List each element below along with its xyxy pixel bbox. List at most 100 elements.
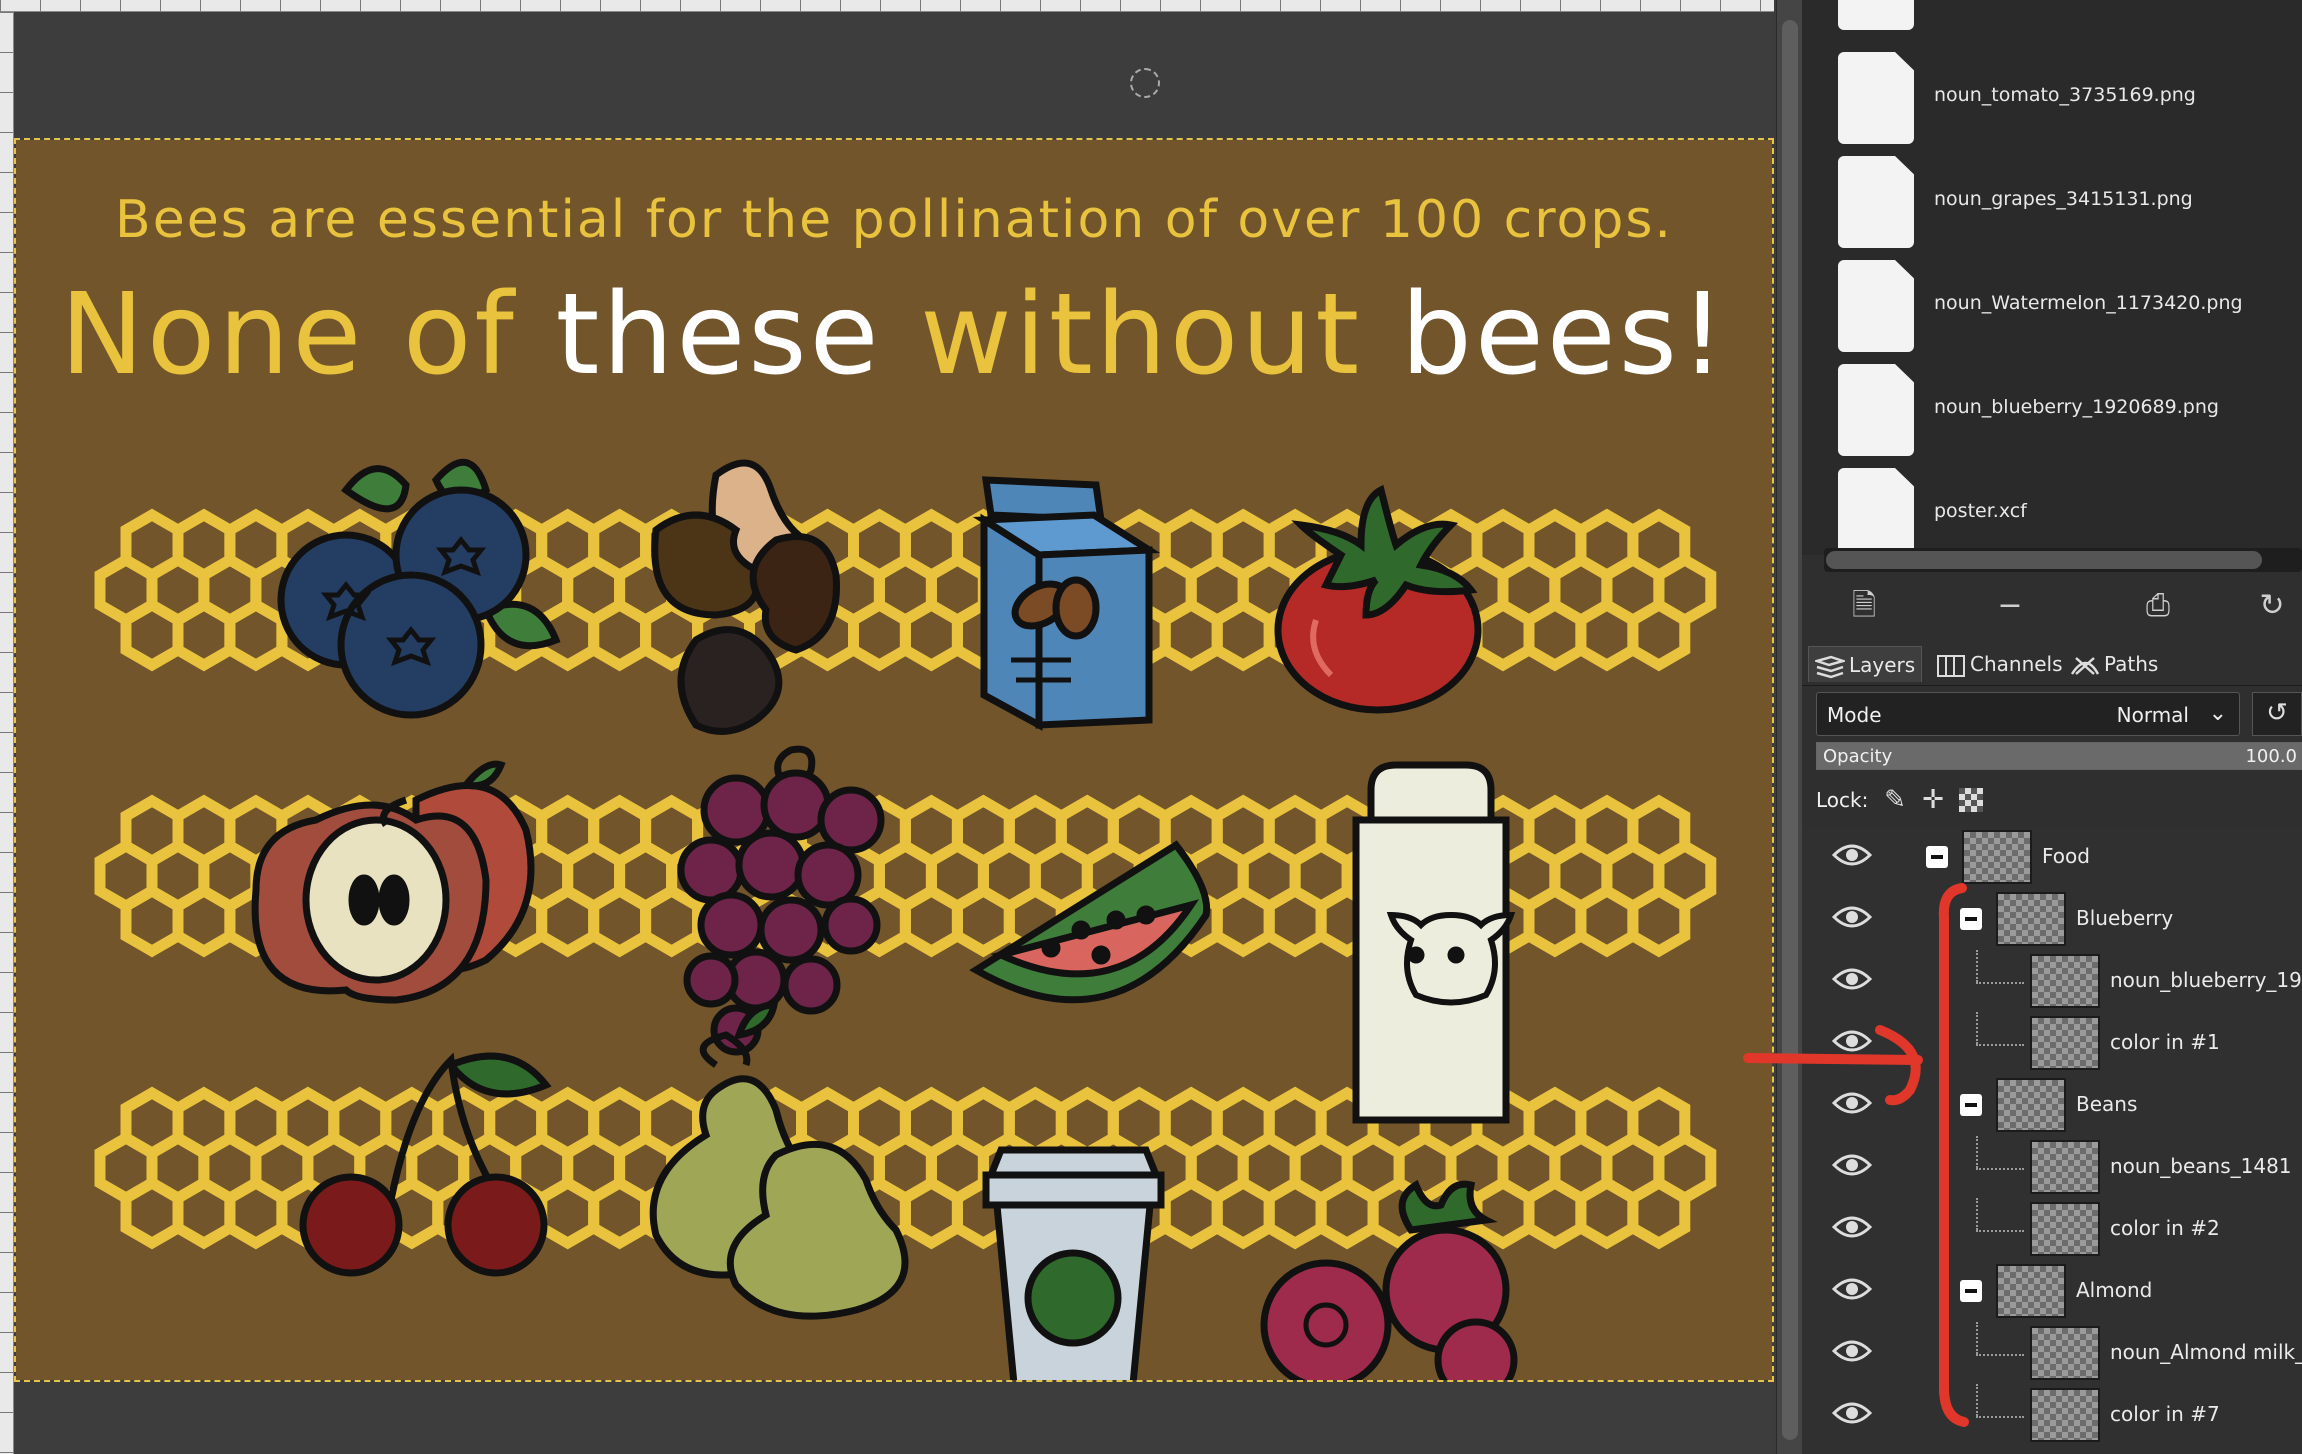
- honeycomb-cell: [1471, 1176, 1535, 1250]
- tree-line: [1976, 1136, 1978, 1168]
- layer-row[interactable]: Blueberry: [1802, 888, 2302, 950]
- reset-mode-icon[interactable]: ↺: [2252, 692, 2302, 736]
- layer-name[interactable]: color in #1: [2110, 1030, 2220, 1054]
- layer-row[interactable]: Food: [1802, 826, 2302, 888]
- layer-thumbnail[interactable]: [2030, 1326, 2100, 1380]
- file-icon: [1838, 260, 1914, 352]
- honeycomb-cell: [588, 884, 652, 958]
- file-item[interactable]: noun_tomato_3735169.png: [1838, 52, 2302, 148]
- tree-line: [1976, 1322, 1978, 1354]
- layer-name[interactable]: color in #7: [2110, 1402, 2220, 1426]
- layer-thumbnail[interactable]: [2030, 1202, 2100, 1256]
- layer-thumbnail[interactable]: [2030, 1388, 2100, 1442]
- scrollbar-thumb[interactable]: [1782, 20, 1798, 1440]
- poster-canvas[interactable]: Bees are essential for the pollination o…: [14, 138, 1774, 1382]
- headline-part-4: bees!: [1400, 270, 1728, 400]
- layer-row[interactable]: noun_beans_1481: [1802, 1136, 2302, 1198]
- honeycomb-cell: [1471, 598, 1535, 672]
- visibility-eye-icon[interactable]: [1832, 904, 1872, 930]
- layer-row[interactable]: Beans: [1802, 1074, 2302, 1136]
- layer-name[interactable]: color in #2: [2110, 1216, 2220, 1240]
- visibility-eye-icon[interactable]: [1832, 842, 1872, 868]
- layer-name[interactable]: Beans: [2076, 1092, 2137, 1116]
- honeycomb-cell: [848, 598, 911, 672]
- collapse-group-icon[interactable]: [1960, 1094, 1982, 1116]
- open-image-icon[interactable]: 🗎: [1842, 588, 1886, 624]
- canvas-vertical-scrollbar[interactable]: [1776, 0, 1802, 1454]
- chevron-down-icon: ⌄: [2208, 701, 2227, 726]
- opacity-slider[interactable]: Opacity 100.0: [1816, 742, 2302, 770]
- remove-icon[interactable]: −: [1988, 588, 2032, 624]
- layer-thumbnail[interactable]: [1962, 830, 2032, 884]
- visibility-eye-icon[interactable]: [1832, 1152, 1872, 1178]
- layer-name[interactable]: Food: [2042, 844, 2090, 868]
- visibility-eye-icon[interactable]: [1832, 1214, 1872, 1240]
- collapse-group-icon[interactable]: [1960, 1280, 1982, 1302]
- navigate-center-icon[interactable]: [1130, 68, 1160, 98]
- honeycomb-cell: [588, 1176, 652, 1250]
- file-item[interactable]: noun_blueberry_1920689.png: [1838, 364, 2302, 460]
- layer-thumbnail[interactable]: [1996, 892, 2066, 946]
- file-icon: [1838, 52, 1914, 144]
- horizontal-ruler[interactable]: [0, 0, 1774, 12]
- honeycomb-cell: [536, 1176, 600, 1250]
- file-name: noun_grapes_3415131.png: [1934, 188, 2193, 210]
- tab-paths[interactable]: Paths: [2064, 646, 2164, 682]
- layer-name[interactable]: Blueberry: [2076, 906, 2173, 930]
- visibility-eye-icon[interactable]: [1832, 1338, 1872, 1364]
- lock-pixels-icon[interactable]: ✎: [1878, 784, 1912, 816]
- file-name: noun_tomato_3735169.png: [1934, 84, 2196, 106]
- layer-name[interactable]: noun_blueberry_19: [2110, 968, 2302, 992]
- honeycomb-cell: [588, 598, 652, 672]
- layers-list: Food Blueberry noun_blueberry_19color in #…: [1802, 826, 2302, 1454]
- visibility-eye-icon[interactable]: [1832, 1276, 1872, 1302]
- mode-value: Normal: [2116, 703, 2189, 727]
- file-list-horizontal-scrollbar[interactable]: [1824, 548, 2302, 572]
- visibility-eye-icon[interactable]: [1832, 1028, 1872, 1054]
- layer-row[interactable]: color in #7: [1802, 1384, 2302, 1446]
- layer-row[interactable]: noun_blueberry_19: [1802, 950, 2302, 1012]
- print-icon[interactable]: ⎙: [2136, 588, 2180, 624]
- layer-name[interactable]: noun_beans_1481: [2110, 1154, 2292, 1178]
- scrollbar-thumb[interactable]: [1826, 551, 2262, 569]
- layer-row[interactable]: Almond: [1802, 1260, 2302, 1322]
- layer-name[interactable]: Almond: [2076, 1278, 2152, 1302]
- almond-milk-icon: [972, 476, 1161, 731]
- file-item[interactable]: noun_grapes_3415131.png: [1838, 156, 2302, 252]
- visibility-eye-icon[interactable]: [1832, 1400, 1872, 1426]
- file-item[interactable]: noun_Watermelon_1173420.png: [1838, 260, 2302, 356]
- layer-thumbnail[interactable]: [2030, 1140, 2100, 1194]
- file-item-partial[interactable]: [1838, 0, 2302, 34]
- layer-mode-select[interactable]: Mode Normal ⌄: [1816, 692, 2240, 736]
- honeycomb-cell: [1263, 1176, 1327, 1250]
- lock-position-icon[interactable]: ✛: [1916, 784, 1950, 816]
- apple-icon: [251, 760, 535, 1004]
- collapse-group-icon[interactable]: [1960, 908, 1982, 930]
- layer-name[interactable]: noun_Almond milk_: [2110, 1340, 2302, 1364]
- tab-channels[interactable]: Channels: [1930, 646, 2069, 682]
- honeycomb-cell: [899, 1176, 963, 1250]
- vertical-ruler[interactable]: [0, 12, 14, 1454]
- layer-row[interactable]: noun_Almond milk_: [1802, 1322, 2302, 1384]
- tree-line: [1976, 982, 2024, 984]
- refresh-icon[interactable]: ↻: [2250, 588, 2294, 624]
- honeycomb-cell: [1211, 1176, 1275, 1250]
- honeycomb-cell: [640, 884, 704, 958]
- channels-icon: [1937, 654, 1965, 677]
- visibility-eye-icon[interactable]: [1832, 966, 1872, 992]
- image-canvas-area[interactable]: Bees are essential for the pollination o…: [0, 0, 1774, 1454]
- visibility-eye-icon[interactable]: [1832, 1090, 1872, 1116]
- collapse-group-icon[interactable]: [1926, 846, 1948, 868]
- layer-thumbnail[interactable]: [1996, 1264, 2066, 1318]
- layer-thumbnail[interactable]: [2030, 1016, 2100, 1070]
- tab-layers[interactable]: Layers: [1808, 646, 1923, 682]
- layer-row[interactable]: color in #1: [1802, 1012, 2302, 1074]
- file-icon: [1838, 156, 1914, 248]
- tree-line: [1976, 1168, 2024, 1170]
- coffee-cup-icon: [982, 1146, 1165, 1380]
- layer-thumbnail[interactable]: [1996, 1078, 2066, 1132]
- layer-thumbnail[interactable]: [2030, 954, 2100, 1008]
- tree-line: [1976, 1044, 2024, 1046]
- layer-row[interactable]: color in #2: [1802, 1198, 2302, 1260]
- lock-alpha-icon[interactable]: [1954, 784, 1988, 816]
